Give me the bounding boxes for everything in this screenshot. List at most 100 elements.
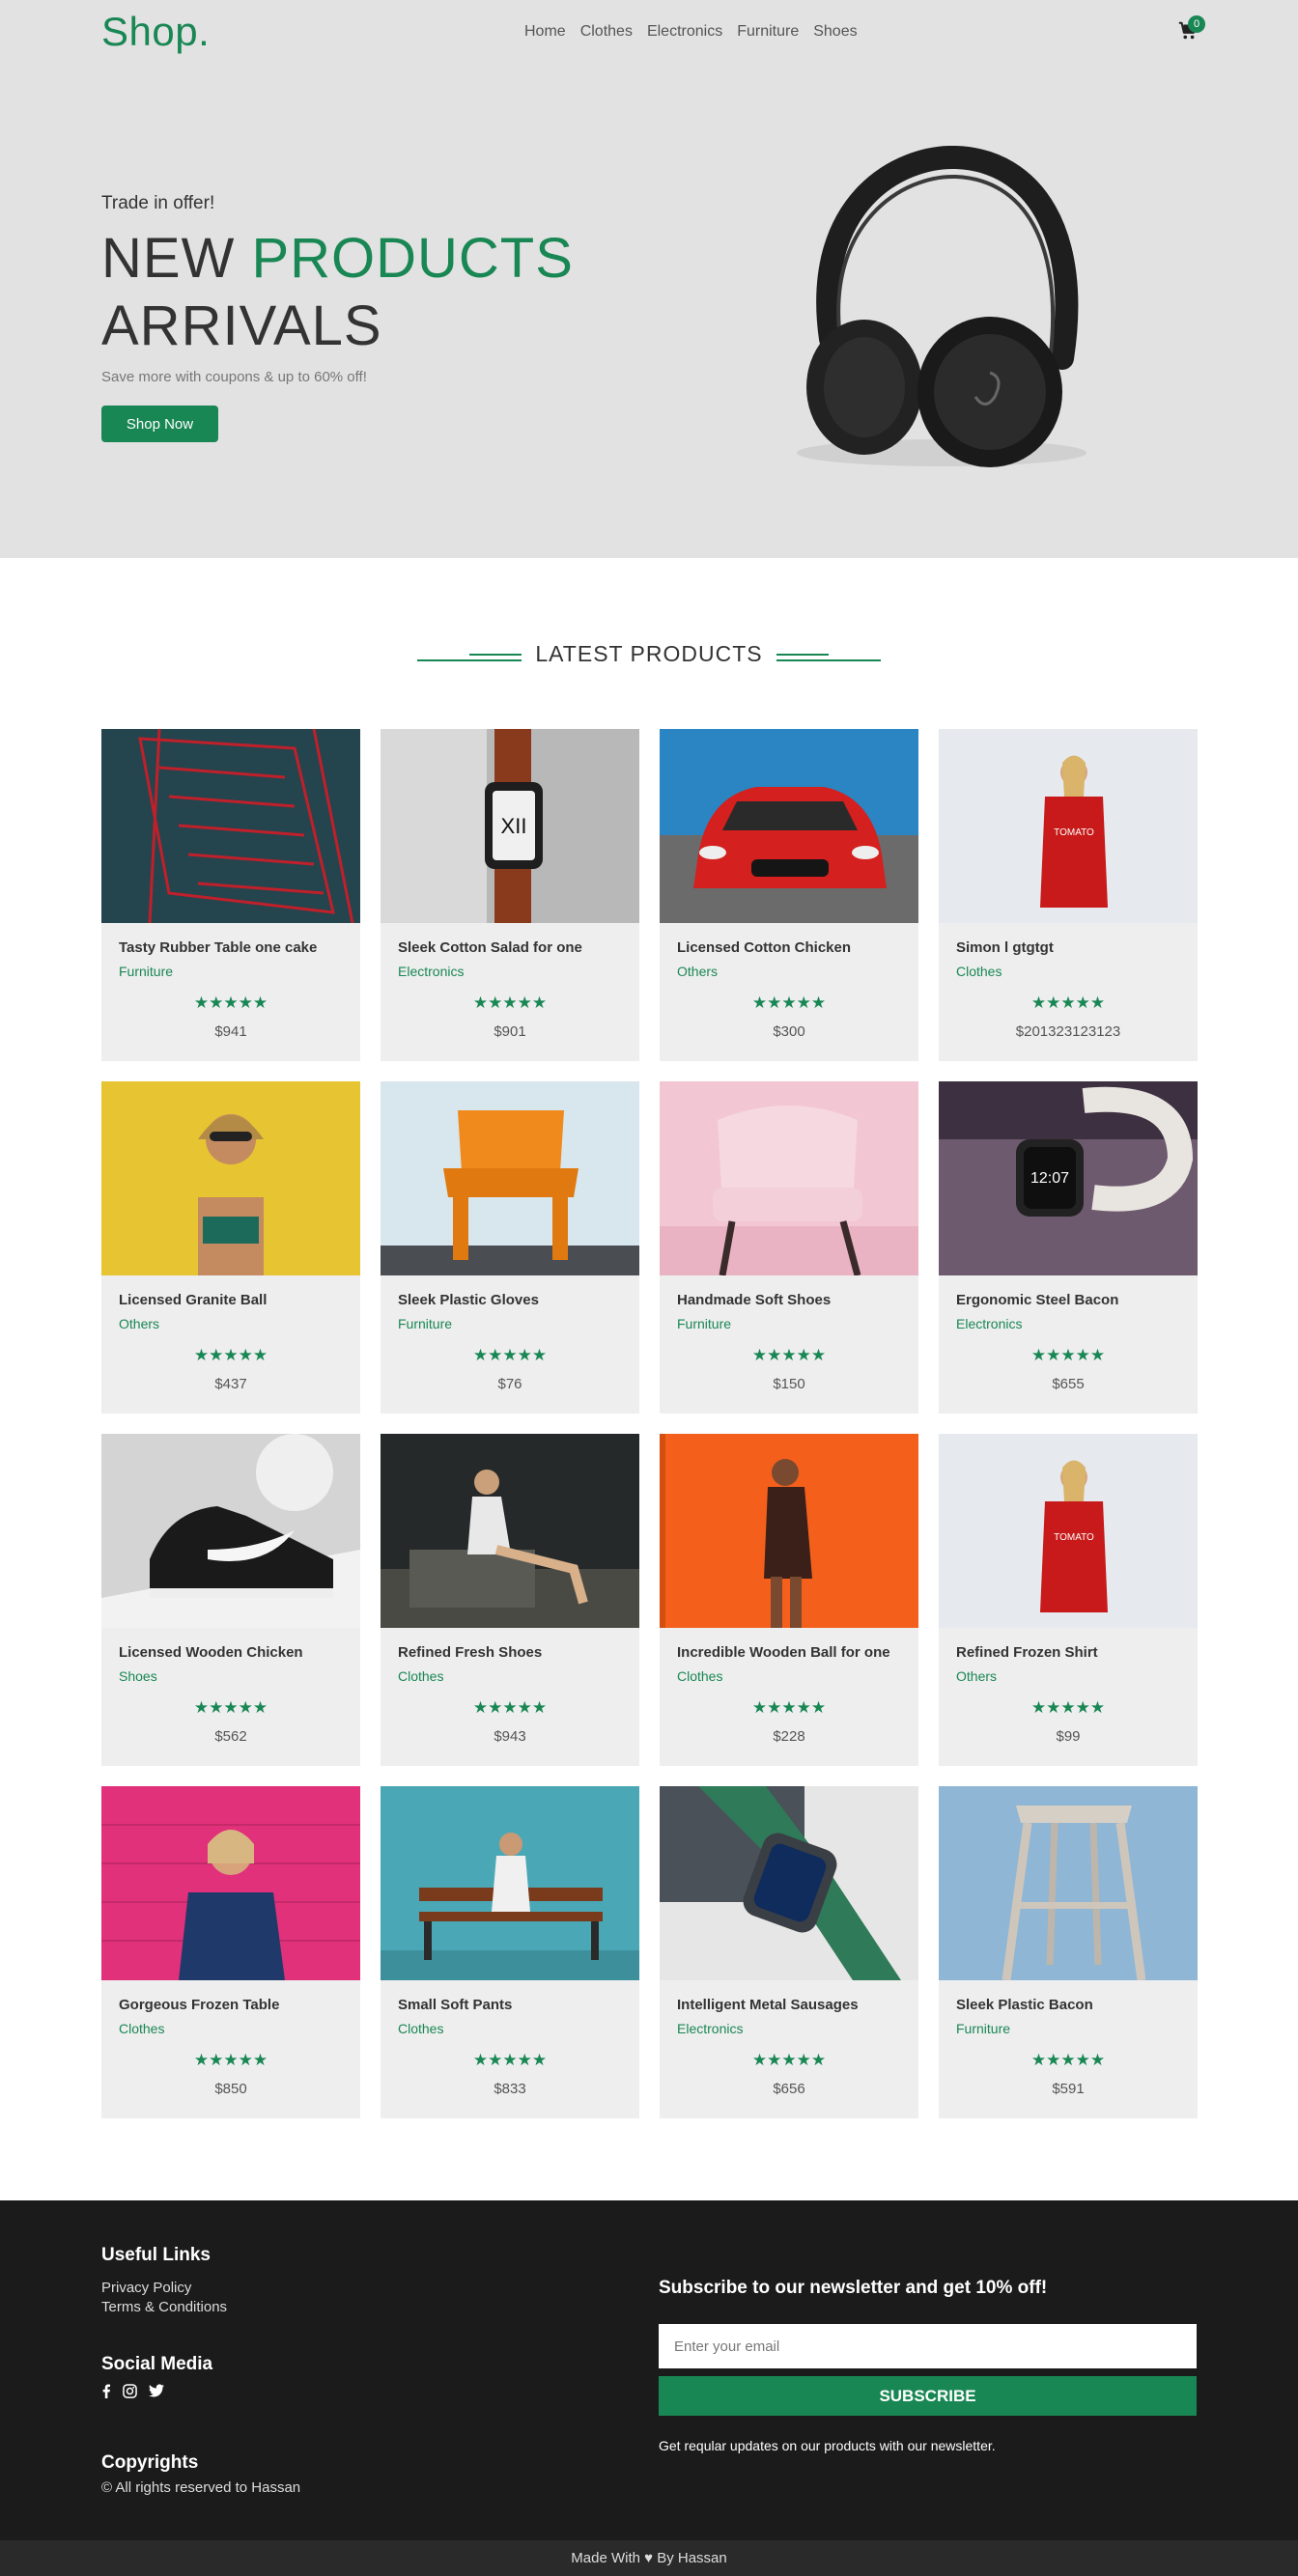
newsletter-note: Get reqular updates on our products with… xyxy=(659,2438,996,2453)
product-card[interactable]: Refined Fresh Shoes Clothes ★★★★★ $943 xyxy=(381,1434,639,1766)
product-name: Refined Frozen Shirt xyxy=(956,1644,1098,1661)
product-card[interactable]: Tasty Rubber Table one cake Furniture ★★… xyxy=(101,729,360,1061)
brand-logo[interactable]: Shop. xyxy=(101,9,210,55)
product-image-car xyxy=(660,729,918,923)
product-image-orange-wall xyxy=(660,1434,918,1628)
product-card[interactable]: Licensed Wooden Chicken Shoes ★★★★★ $562 xyxy=(101,1434,360,1766)
product-card[interactable]: TOMATO Refined Frozen Shirt Others ★★★★★… xyxy=(939,1434,1198,1766)
social-media-heading: Social Media xyxy=(101,2354,213,2374)
hero-title-part1: NEW xyxy=(101,227,252,290)
product-category: Clothes xyxy=(956,964,1002,979)
product-name: Licensed Wooden Chicken xyxy=(119,1644,303,1661)
hero-title: NEW PRODUCTS ARRIVALS xyxy=(101,225,574,360)
nav-links: Home Clothes Electronics Furniture Shoes xyxy=(524,23,872,41)
heading-left-lines xyxy=(416,653,522,661)
rating-stars: ★★★★★ xyxy=(193,1698,268,1717)
product-name: Refined Fresh Shoes xyxy=(398,1644,543,1661)
product-card[interactable]: XII Sleek Cotton Salad for one Electroni… xyxy=(381,729,639,1061)
product-image-sneaker xyxy=(101,1434,360,1628)
product-card[interactable]: Gorgeous Frozen Table Clothes ★★★★★ $850 xyxy=(101,1786,360,2118)
useful-links-heading: Useful Links xyxy=(101,2245,211,2265)
product-card[interactable]: Intelligent Metal Sausages Electronics ★… xyxy=(660,1786,918,2118)
product-card[interactable]: Incredible Wooden Ball for one Clothes ★… xyxy=(660,1434,918,1766)
product-category: Clothes xyxy=(398,1668,444,1684)
product-name: Ergonomic Steel Bacon xyxy=(956,1292,1119,1308)
rating-stars: ★★★★★ xyxy=(472,2051,548,2069)
rating-stars: ★★★★★ xyxy=(1030,2051,1106,2069)
product-category: Clothes xyxy=(398,2021,444,2036)
product-image-red-sweater: TOMATO xyxy=(939,1434,1198,1628)
product-price: $943 xyxy=(494,1728,526,1745)
product-category: Others xyxy=(677,964,719,979)
cart-count-badge: 0 xyxy=(1188,15,1205,33)
product-image-yellow-wall xyxy=(101,1081,360,1275)
social-icons xyxy=(101,2384,164,2398)
product-price: $150 xyxy=(773,1376,805,1392)
product-price: $850 xyxy=(214,2081,247,2097)
headphones-image xyxy=(797,146,1086,467)
terms-link[interactable]: Terms & Conditions xyxy=(101,2299,227,2315)
product-price: $228 xyxy=(773,1728,805,1745)
product-card[interactable]: Sleek Plastic Gloves Furniture ★★★★★ $76 xyxy=(381,1081,639,1414)
rating-stars: ★★★★★ xyxy=(193,1346,268,1364)
svg-text:TOMATO: TOMATO xyxy=(1054,827,1094,838)
product-card[interactable]: Small Soft Pants Clothes ★★★★★ $833 xyxy=(381,1786,639,2118)
product-price: $655 xyxy=(1052,1376,1085,1392)
product-image-green-watch xyxy=(660,1786,918,1980)
product-card[interactable]: Sleek Plastic Bacon Furniture ★★★★★ $591 xyxy=(939,1786,1198,2118)
nav-link-clothes[interactable]: Clothes xyxy=(580,23,633,41)
newsletter-title: Subscribe to our newsletter and get 10% … xyxy=(659,2278,1048,2298)
product-category: Others xyxy=(119,1316,160,1331)
privacy-policy-link[interactable]: Privacy Policy xyxy=(101,2280,191,2296)
product-price: $76 xyxy=(497,1376,522,1392)
product-card[interactable]: 12:07 Ergonomic Steel Bacon Electronics … xyxy=(939,1081,1198,1414)
product-name: Sleek Plastic Bacon xyxy=(956,1997,1093,2013)
nav-link-home[interactable]: Home xyxy=(524,23,566,41)
shop-now-button[interactable]: Shop Now xyxy=(101,406,218,442)
product-category: Electronics xyxy=(398,964,465,979)
rating-stars: ★★★★★ xyxy=(193,994,268,1012)
product-image-white-watch: 12:07 xyxy=(939,1081,1198,1275)
email-input[interactable] xyxy=(659,2324,1197,2368)
svg-text:TOMATO: TOMATO xyxy=(1054,1532,1094,1543)
product-category: Furniture xyxy=(956,2021,1011,2036)
products-grid: Tasty Rubber Table one cake Furniture ★★… xyxy=(101,729,1198,2118)
hero-title-part2: ARRIVALS xyxy=(101,294,382,357)
twitter-icon[interactable] xyxy=(149,2384,164,2397)
subscribe-button[interactable]: SUBSCRIBE xyxy=(659,2376,1197,2416)
product-category: Electronics xyxy=(677,2021,744,2036)
product-price: $437 xyxy=(214,1376,247,1392)
rating-stars: ★★★★★ xyxy=(472,994,548,1012)
product-card[interactable]: TOMATO Simon l gtgtgt Clothes ★★★★★ $201… xyxy=(939,729,1198,1061)
rating-stars: ★★★★★ xyxy=(472,1698,548,1717)
product-card[interactable]: Licensed Granite Ball Others ★★★★★ $437 xyxy=(101,1081,360,1414)
instagram-icon[interactable] xyxy=(123,2384,137,2398)
navbar: Shop. Home Clothes Electronics Furniture… xyxy=(0,0,1298,69)
nav-link-furniture[interactable]: Furniture xyxy=(737,23,799,41)
hero-title-accent: PRODUCTS xyxy=(251,227,574,290)
rating-stars: ★★★★★ xyxy=(472,1346,548,1364)
facebook-icon[interactable] xyxy=(101,2384,111,2398)
product-price: $833 xyxy=(494,2081,526,2097)
product-name: Intelligent Metal Sausages xyxy=(677,1997,859,2013)
product-card[interactable]: Licensed Cotton Chicken Others ★★★★★ $30… xyxy=(660,729,918,1061)
product-category: Furniture xyxy=(677,1316,732,1331)
product-card[interactable]: Handmade Soft Shoes Furniture ★★★★★ $150 xyxy=(660,1081,918,1414)
product-category: Furniture xyxy=(398,1316,453,1331)
product-price: $300 xyxy=(773,1023,805,1040)
nav-link-electronics[interactable]: Electronics xyxy=(647,23,722,41)
product-price: $941 xyxy=(214,1023,247,1040)
product-name: Incredible Wooden Ball for one xyxy=(677,1644,890,1661)
copyright-text: © All rights reserved to Hassan xyxy=(101,2479,301,2496)
product-image-stool xyxy=(939,1786,1198,1980)
rating-stars: ★★★★★ xyxy=(751,994,827,1012)
nav-link-shoes[interactable]: Shoes xyxy=(813,23,857,41)
copyrights-heading: Copyrights xyxy=(101,2452,199,2473)
rating-stars: ★★★★★ xyxy=(751,2051,827,2069)
product-image-red-sweater: TOMATO xyxy=(939,729,1198,923)
product-price: $591 xyxy=(1052,2081,1085,2097)
bottom-credit-bar: Made With ♥ By Hassan xyxy=(0,2540,1298,2576)
product-image-red-chair xyxy=(101,729,360,923)
product-image-bench xyxy=(381,1786,639,1980)
product-name: Licensed Cotton Chicken xyxy=(677,939,852,956)
